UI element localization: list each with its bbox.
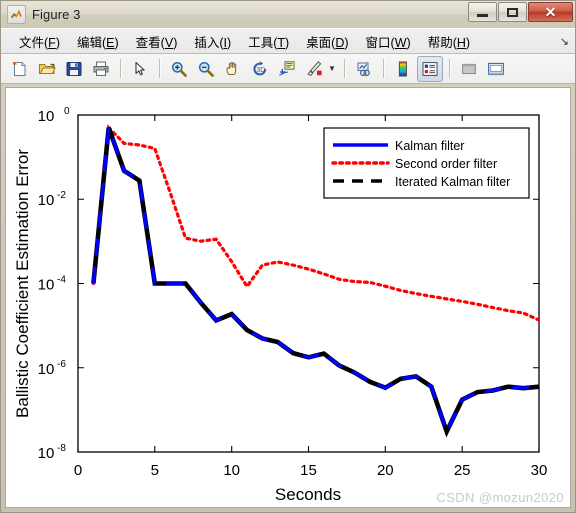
toolbar-separator (343, 59, 346, 78)
svg-text:10: 10 (38, 108, 55, 125)
svg-text:30: 30 (531, 462, 548, 479)
menu-desktop[interactable]: 桌面(D) (298, 29, 357, 54)
show-plot-tools-icon (488, 62, 504, 75)
svg-text:3D: 3D (256, 67, 265, 74)
svg-text:-8: -8 (57, 443, 66, 454)
pointer-select-icon (135, 61, 145, 75)
close-icon: ✕ (544, 4, 557, 20)
figure-toolbar: 3D ▼ (1, 54, 575, 84)
svg-text:5: 5 (151, 462, 159, 479)
link-plot-icon (357, 62, 370, 76)
plot-legend[interactable]: Kalman filter Second order filter Iterat… (323, 127, 530, 199)
svg-text:10: 10 (38, 192, 55, 209)
colorbar-button[interactable] (390, 56, 416, 82)
print-figure-button[interactable] (88, 56, 114, 82)
pan-hand-icon (226, 61, 237, 75)
svg-text:-4: -4 (57, 275, 66, 286)
svg-text:15: 15 (300, 462, 317, 479)
zoom-out-button[interactable] (193, 56, 219, 82)
legend-icon (422, 61, 438, 76)
toolbar-separator (448, 59, 451, 78)
y-axis-label: Ballistic Coefficient Estimation Error (13, 149, 32, 418)
menu-edit[interactable]: 编辑(E) (69, 29, 128, 54)
window-controls: ✕ (468, 2, 573, 22)
svg-text:0: 0 (64, 106, 70, 117)
zoom-out-icon (198, 61, 214, 77)
print-figure-icon (93, 61, 109, 76)
toolbar-separator (382, 59, 385, 78)
link-plot-button[interactable] (351, 56, 377, 82)
figure-canvas[interactable]: 10 0 10 -2 10 -4 10 -6 10 -8 0 5 10 15 2… (5, 87, 571, 508)
data-cursor-button[interactable] (274, 56, 300, 82)
menu-window[interactable]: 窗口(W) (358, 29, 420, 54)
svg-text:10: 10 (223, 462, 240, 479)
maximize-icon (507, 7, 518, 17)
save-figure-icon (66, 61, 82, 76)
colorbar-icon (398, 61, 407, 76)
svg-text:10: 10 (38, 361, 55, 378)
save-figure-button[interactable] (61, 56, 87, 82)
svg-text:-6: -6 (57, 359, 66, 370)
x-axis-label: Seconds (275, 485, 341, 504)
menu-tools[interactable]: 工具(T) (240, 29, 298, 54)
pointer-select-button[interactable] (127, 56, 153, 82)
menu-overflow-icon[interactable]: ↘ (560, 35, 569, 48)
window-title: Figure 3 (32, 7, 81, 22)
legend-label-iterated-kalman-filter: Iterated Kalman filter (395, 175, 510, 189)
open-file-icon (39, 63, 56, 74)
legend-button[interactable] (416, 55, 443, 82)
svg-text:-2: -2 (57, 190, 66, 201)
rotate-3d-button[interactable]: 3D (247, 56, 273, 82)
svg-text:25: 25 (454, 462, 471, 479)
log-line-plot: 10 0 10 -2 10 -4 10 -6 10 -8 0 5 10 15 2… (13, 106, 548, 504)
zoom-in-button[interactable] (166, 56, 192, 82)
title-bar[interactable]: Figure 3 ✕ (1, 1, 575, 28)
brush-data-icon (307, 60, 322, 76)
new-figure-button[interactable] (7, 56, 33, 82)
rotate-3d-icon: 3D (253, 60, 267, 75)
zoom-in-icon (171, 61, 187, 77)
open-file-button[interactable] (34, 56, 60, 82)
menu-view[interactable]: 查看(V) (128, 29, 187, 54)
csdn-watermark: CSDN @mozun2020 (436, 490, 564, 505)
hide-plot-tools-icon (462, 63, 476, 74)
menu-file[interactable]: 文件(F) (11, 29, 69, 54)
new-figure-icon (12, 61, 26, 76)
matlab-membrane-icon (7, 5, 26, 24)
svg-text:0: 0 (74, 462, 82, 479)
brush-dropdown-caret-icon[interactable]: ▼ (328, 57, 336, 81)
toolbar-separator (159, 59, 161, 78)
toolbar-separator (120, 59, 122, 78)
hide-plot-tools-button[interactable] (456, 56, 482, 82)
pan-hand-button[interactable] (220, 56, 246, 82)
matlab-figure-window: Figure 3 ✕ 文件(F) 编辑(E) 查看(V) 插入(I) 工具(T)… (0, 0, 576, 513)
menu-help[interactable]: 帮助(H) (420, 29, 479, 54)
brush-data-button[interactable] (301, 56, 327, 82)
x-tick-labels: 0 5 10 15 20 25 30 (74, 462, 548, 479)
maximize-button[interactable] (498, 2, 527, 22)
show-plot-tools-button[interactable] (483, 56, 509, 82)
legend-label-kalman-filter: Kalman filter (395, 139, 464, 153)
svg-text:10: 10 (38, 277, 55, 294)
data-cursor-icon (279, 60, 295, 76)
svg-text:20: 20 (377, 462, 394, 479)
y-tick-labels: 10 0 10 -2 10 -4 10 -6 10 -8 (38, 106, 70, 462)
minimize-button[interactable] (468, 2, 497, 22)
legend-label-second-order-filter: Second order filter (395, 157, 497, 171)
svg-text:10: 10 (38, 445, 55, 462)
menu-bar: 文件(F) 编辑(E) 查看(V) 插入(I) 工具(T) 桌面(D) 窗口(W… (1, 28, 575, 54)
menu-insert[interactable]: 插入(I) (186, 29, 240, 54)
minimize-icon (477, 14, 488, 17)
close-button[interactable]: ✕ (528, 2, 573, 22)
